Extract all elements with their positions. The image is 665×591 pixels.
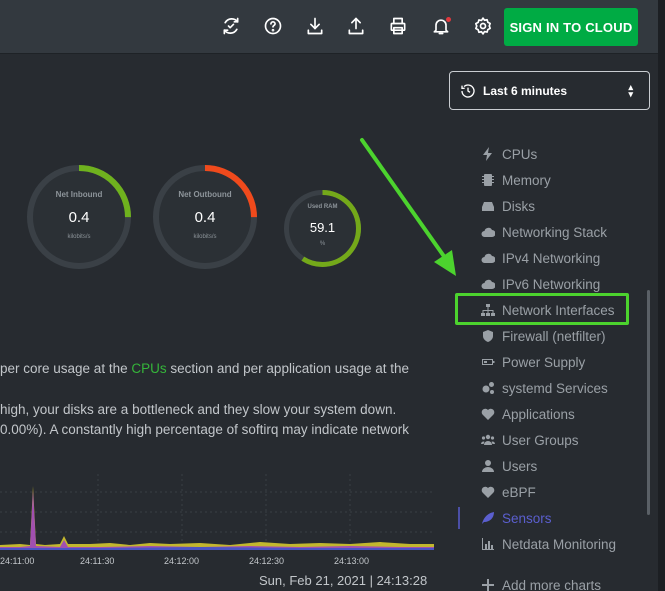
cogs-icon	[480, 381, 496, 395]
sign-in-to-cloud-button[interactable]: SIGN IN TO CLOUD	[504, 8, 638, 46]
sidebar-item-label: Applications	[502, 406, 575, 422]
x-tick-label: 24:12:30	[249, 556, 285, 566]
cpus-link[interactable]: CPUs	[131, 361, 166, 376]
description-text: section and per application usage at the	[166, 361, 410, 376]
sidebar-item-users[interactable]: Users	[480, 455, 655, 477]
memory-icon	[480, 173, 496, 187]
chart-date: Sun, Feb 21, 2021 | 24:13:28	[259, 573, 428, 588]
sidebar-item-label: Disks	[502, 198, 535, 214]
bar-chart-icon	[480, 537, 496, 551]
print-icon[interactable]	[386, 14, 410, 38]
active-section-indicator	[458, 507, 460, 529]
sidebar-item-ipv4-networking[interactable]: IPv4 Networking	[480, 247, 655, 269]
gauge-value: 0.4	[194, 209, 216, 226]
notification-icon[interactable]	[429, 14, 453, 38]
cloud-icon	[480, 225, 496, 239]
window-edge	[658, 0, 665, 591]
download-icon[interactable]	[303, 14, 327, 38]
sidebar-scrollbar[interactable]	[647, 290, 650, 515]
hdd-icon	[480, 199, 496, 213]
chart-series-user	[0, 486, 434, 550]
sidebar-item-label: Power Supply	[502, 354, 586, 370]
sidebar-item-sensors[interactable]: Sensors	[480, 507, 655, 529]
sidebar-item-label: IPv4 Networking	[502, 250, 601, 266]
gauge-value: 0.4	[68, 209, 90, 226]
x-tick-label: 24:13:00	[334, 556, 370, 566]
sidebar-item-label: Sensors	[502, 510, 552, 526]
plus-icon	[480, 578, 496, 591]
used-ram-gauge[interactable]: Used RAM 59.1 %	[284, 190, 361, 267]
top-toolbar: SIGN IN TO CLOUD	[0, 0, 665, 54]
gauge-value: 59.1	[309, 220, 336, 235]
x-tick-label: 24:11:30	[80, 556, 115, 566]
net-inbound-gauge[interactable]: Net Inbound 0.4 kilobits/s	[27, 165, 131, 269]
sidebar-item-networking-stack[interactable]: Networking Stack	[480, 221, 655, 243]
description-line: 0.00%). A constantly high percentage of …	[0, 422, 409, 437]
x-tick-label: 24:11:00	[0, 556, 35, 566]
sidebar-item-memory[interactable]: Memory	[480, 169, 655, 191]
add-more-charts-link[interactable]: Add more charts	[480, 574, 655, 591]
gauge-title: Used RAM	[307, 204, 338, 210]
sidebar-item-ipv6-networking[interactable]: IPv6 Networking	[480, 273, 655, 295]
cpu-chart-plot[interactable]	[0, 474, 434, 550]
sidebar-item-applications[interactable]: Applications	[480, 403, 655, 425]
battery-icon	[480, 355, 496, 369]
bolt-icon	[480, 147, 496, 161]
sidebar-item-power-supply[interactable]: Power Supply	[480, 351, 655, 373]
sidebar-item-label: Add more charts	[502, 577, 602, 591]
sidebar-item-ebpf[interactable]: eBPF	[480, 481, 655, 503]
notification-badge-dot	[446, 17, 451, 22]
sort-caret-icon: ▴ ▾	[628, 82, 633, 99]
sidebar-item-label: Users	[502, 458, 538, 474]
gauge-unit: kilobits/s	[193, 234, 217, 240]
sidebar-item-systemd-services[interactable]: systemd Services	[480, 377, 655, 399]
sidebar-item-label: User Groups	[502, 432, 579, 448]
sidebar-item-label: Firewall (netfilter)	[502, 328, 606, 344]
time-range-picker[interactable]: Last 6 minutes ▴ ▾	[449, 71, 650, 110]
gauge-unit: kilobits/s	[67, 234, 91, 240]
sidebar-item-label: CPUs	[502, 146, 538, 162]
sidebar-item-disks[interactable]: Disks	[480, 195, 655, 217]
x-tick-label: 24:12:00	[164, 556, 200, 566]
history-clock-icon	[460, 83, 476, 99]
leaf-icon	[480, 511, 496, 525]
sidebar-item-label: Memory	[502, 172, 551, 188]
sidebar-item-label: eBPF	[502, 484, 536, 500]
sidebar-item-user-groups[interactable]: User Groups	[480, 429, 655, 451]
gauge-title: Net Inbound	[55, 190, 103, 199]
sidebar-item-cpus[interactable]: CPUs	[480, 143, 655, 165]
cloud-icon	[480, 251, 496, 265]
description-line: per core usage at the CPUs section and p…	[0, 361, 409, 376]
sidebar-item-firewall[interactable]: Firewall (netfilter)	[480, 325, 655, 347]
users-icon	[480, 433, 496, 447]
time-range-label: Last 6 minutes	[483, 83, 568, 98]
heartbeat-icon	[480, 485, 496, 499]
description-line: high, your disks are a bottleneck and th…	[0, 402, 397, 417]
upload-icon[interactable]	[344, 14, 368, 38]
description-text: per core usage at the	[0, 361, 132, 376]
net-outbound-gauge[interactable]: Net Outbound 0.4 kilobits/s	[153, 165, 257, 269]
sidebar-item-label: Networking Stack	[502, 224, 608, 240]
gauge-title: Net Outbound	[178, 190, 232, 199]
sidebar-item-label: Netdata Monitoring	[502, 536, 617, 552]
shield-icon	[480, 329, 496, 343]
settings-icon[interactable]	[471, 14, 495, 38]
highlight-box	[455, 293, 629, 325]
heartbeat-icon	[480, 407, 496, 421]
cloud-icon	[480, 277, 496, 291]
sidebar-item-label: systemd Services	[502, 380, 608, 396]
user-icon	[480, 459, 496, 473]
sidebar-item-netdata-monitoring[interactable]: Netdata Monitoring	[480, 533, 655, 555]
sync-icon[interactable]	[219, 14, 243, 38]
help-icon[interactable]	[261, 14, 285, 38]
sidebar-item-label: IPv6 Networking	[502, 276, 601, 292]
gauge-unit: %	[319, 241, 326, 247]
